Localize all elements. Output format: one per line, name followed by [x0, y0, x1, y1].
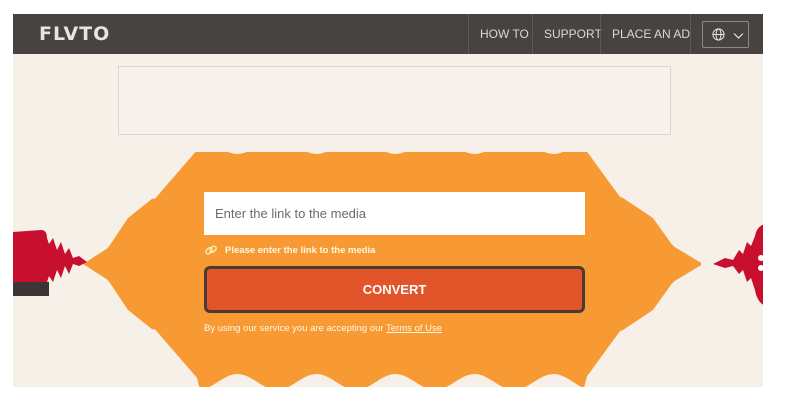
terms-prefix: By using our service you are accepting o…	[204, 323, 387, 334]
globe-icon	[712, 28, 725, 41]
hint-text: Please enter the link to the media	[225, 244, 376, 256]
red-speaker-right	[713, 224, 763, 305]
nav-place-an-ad[interactable]: PLACE AN AD	[600, 14, 701, 54]
top-navbar: FLVTO HOW TO SUPPORT PLACE AN AD	[13, 14, 763, 54]
ad-banner-placeholder	[118, 66, 671, 135]
media-link-input[interactable]	[204, 192, 585, 235]
page-frame: FLVTO HOW TO SUPPORT PLACE AN AD Enter t…	[13, 14, 763, 387]
nav-divider	[690, 14, 691, 54]
convert-button[interactable]: CONVERT	[204, 266, 585, 313]
language-selector[interactable]	[702, 21, 749, 48]
chevron-down-icon	[733, 33, 744, 39]
nav-how-to[interactable]: HOW TO	[468, 14, 540, 54]
validation-hint: Please enter the link to the media	[204, 242, 375, 258]
red-speaker-left	[13, 230, 87, 296]
terms-of-use-link[interactable]: Terms of Use	[386, 323, 442, 334]
logo[interactable]: FLVTO	[39, 23, 110, 45]
terms-notice: By using our service you are accepting o…	[204, 323, 442, 334]
link-icon	[205, 245, 217, 255]
